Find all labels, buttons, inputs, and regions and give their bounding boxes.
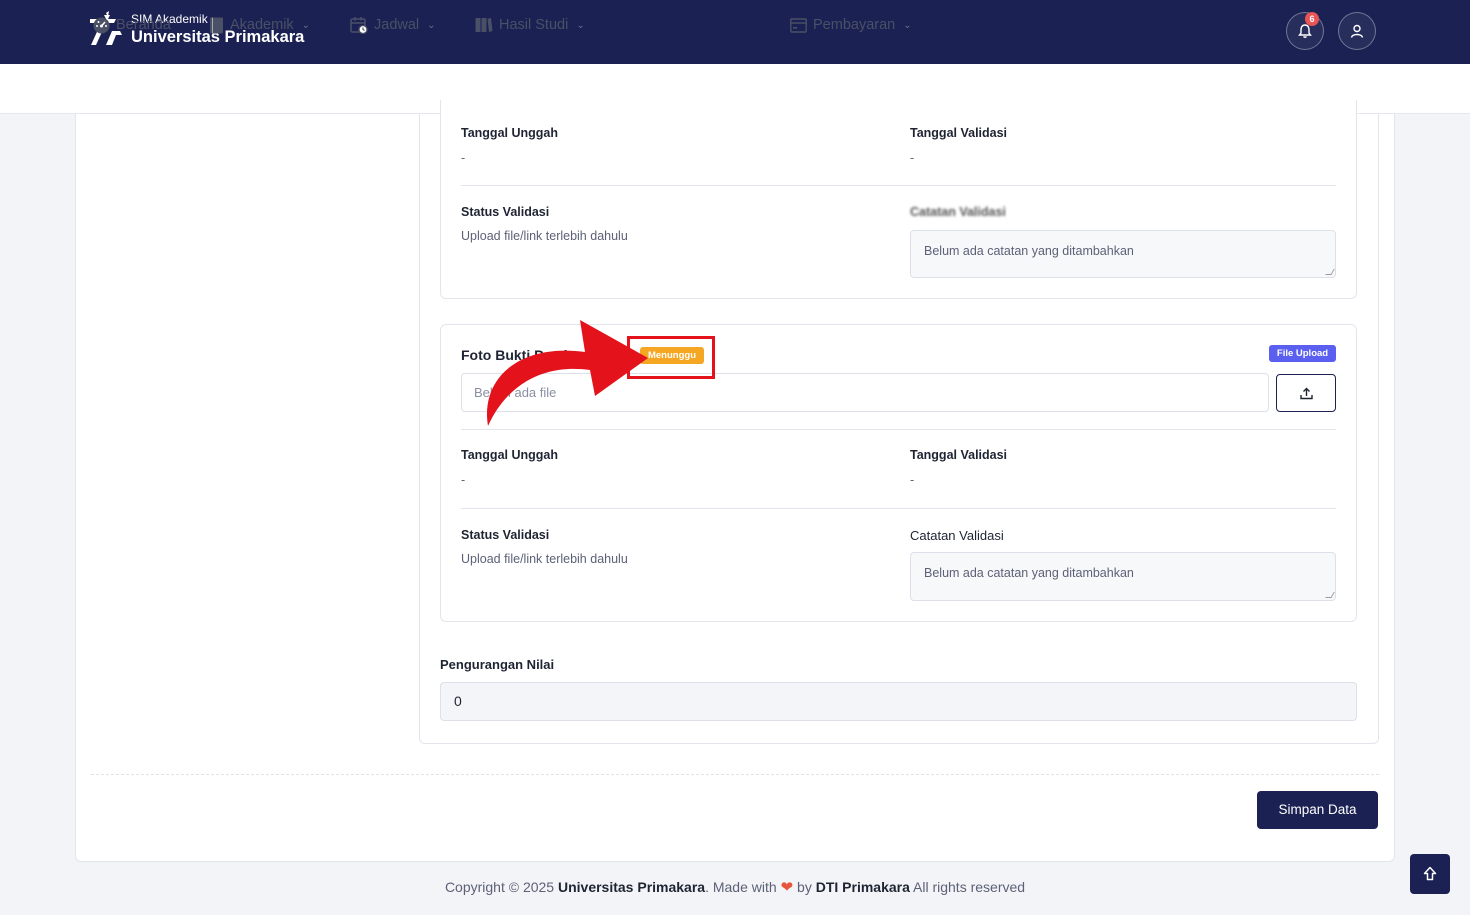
footer-org-link[interactable]: Universitas Primakara bbox=[558, 879, 705, 895]
validation-date-label: Tanggal Validasi bbox=[910, 448, 1008, 462]
nav-label: Akademik bbox=[230, 17, 294, 33]
validation-note-text: Belum ada catatan yang ditambahkan bbox=[924, 244, 1134, 258]
divider bbox=[461, 508, 1336, 509]
footer-team-link[interactable]: DTI Primakara bbox=[816, 879, 910, 895]
scroll-to-top-button[interactable] bbox=[1410, 854, 1450, 894]
type-badge: File Upload bbox=[1269, 345, 1336, 362]
chevron-down-icon: ⌄ bbox=[576, 19, 585, 31]
resize-handle-icon[interactable] bbox=[1325, 592, 1335, 598]
status-validation-label: Status Validasi bbox=[461, 205, 550, 219]
graduation-cap-icon bbox=[622, 18, 641, 30]
nav-item-jadwal[interactable]: Jadwal ⌄ bbox=[350, 15, 436, 35]
wallet-icon bbox=[790, 17, 807, 33]
dashboard-icon bbox=[93, 17, 110, 33]
chevron-down-icon: ⌄ bbox=[746, 19, 756, 31]
upload-date-value: - bbox=[461, 151, 466, 165]
chevron-down-icon: ⌄ bbox=[427, 19, 436, 31]
save-button[interactable]: Simpan Data bbox=[1257, 791, 1378, 829]
nav-label: Beranda bbox=[116, 17, 171, 33]
validation-note-field[interactable]: Belum ada catatan yang ditambahkan bbox=[910, 552, 1336, 601]
arrow-up-icon bbox=[1423, 866, 1437, 881]
annotation-arrow-icon bbox=[486, 320, 648, 426]
nav-item-beranda[interactable]: Beranda bbox=[93, 15, 171, 35]
status-validation-value: Upload file/link terlebih dahulu bbox=[461, 552, 628, 566]
footer: Copyright © 2025 Universitas Primakara. … bbox=[0, 878, 1470, 896]
footer-by: by bbox=[797, 879, 812, 895]
chevron-down-icon: ⌄ bbox=[903, 19, 912, 31]
validation-date-label: Tanggal Validasi bbox=[910, 126, 1008, 140]
notification-count-badge: 6 bbox=[1305, 12, 1319, 26]
user-icon bbox=[1350, 24, 1364, 38]
upload-icon bbox=[1299, 387, 1313, 399]
validation-note-label: Catatan Validasi bbox=[910, 205, 1006, 219]
grade-reduction-input[interactable]: 0 bbox=[440, 682, 1357, 721]
footer-made-with: . Made with bbox=[705, 879, 777, 895]
validation-note-label: Catatan Validasi bbox=[910, 528, 1004, 543]
validation-date-value: - bbox=[910, 473, 915, 487]
upload-date-label: Tanggal Unggah bbox=[461, 126, 558, 140]
upload-button[interactable] bbox=[1276, 374, 1336, 412]
validation-note-field[interactable]: Belum ada catatan yang ditambahkan bbox=[910, 230, 1336, 278]
validation-note-text: Belum ada catatan yang ditambahkan bbox=[924, 566, 1134, 580]
nav-label: Hasil Studi bbox=[499, 17, 569, 33]
nav-item-akademik[interactable]: Akademik ⌄ bbox=[209, 15, 310, 35]
nav-item-hasil-studi[interactable]: Hasil Studi ⌄ bbox=[475, 15, 585, 35]
status-validation-label: Status Validasi bbox=[461, 528, 550, 542]
divider bbox=[461, 185, 1336, 186]
divider bbox=[91, 774, 1379, 775]
user-menu-button[interactable] bbox=[1338, 12, 1376, 50]
book-icon bbox=[210, 17, 223, 33]
open-book-icon bbox=[475, 18, 493, 32]
heart-icon: ❤ bbox=[780, 879, 794, 896]
status-validation-value: Upload file/link terlebih dahulu bbox=[461, 229, 628, 243]
footer-copyright: Copyright © 2025 bbox=[444, 879, 555, 895]
grade-reduction-label: Pengurangan Nilai bbox=[440, 657, 555, 672]
upload-date-value: - bbox=[461, 473, 466, 487]
nav-label: Pembayaran bbox=[813, 17, 896, 33]
upload-date-label: Tanggal Unggah bbox=[461, 448, 558, 462]
nav-label: Tingkat Akhir bbox=[647, 17, 739, 33]
resize-handle-icon[interactable] bbox=[1325, 269, 1335, 275]
nav-label: Jadwal bbox=[374, 17, 420, 33]
calendar-icon bbox=[350, 17, 368, 34]
nav-item-tingkat-akhir[interactable]: Tingkat Akhir ⌄ bbox=[622, 15, 755, 35]
grade-reduction-value: 0 bbox=[454, 693, 462, 709]
validation-date-value: - bbox=[910, 151, 915, 165]
chevron-down-icon: ⌄ bbox=[301, 19, 311, 31]
footer-rights: All rights reserved bbox=[913, 879, 1026, 895]
nav-item-pembayaran[interactable]: Pembayaran ⌄ bbox=[790, 15, 912, 35]
